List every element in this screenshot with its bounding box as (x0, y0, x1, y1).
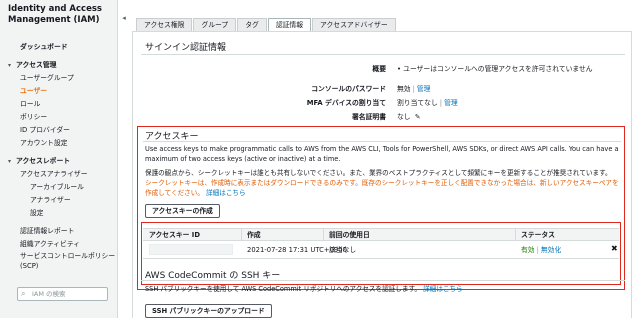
sidebar-group-label: アクセス管理 (16, 61, 57, 69)
mfa-status: 割り当てなし (397, 99, 438, 107)
access-keys-security-note: 保護の観点から、シークレットキーは誰とも共有しないでください。また、業界のベスト… (145, 169, 612, 177)
codecommit-description-row: SSH パブリックキーを使用して AWS CodeCommit リポジトリへのア… (145, 284, 621, 294)
access-key-table-header: アクセスキー ID 作成 前回の使用日 ステータス (143, 228, 619, 241)
manage-console-password-link[interactable]: 管理 (417, 85, 431, 93)
edit-pencil-icon[interactable]: ✎ (415, 113, 421, 121)
console-password-status: 無効 (397, 85, 411, 93)
sidebar-item-policies[interactable]: ポリシー (20, 111, 47, 123)
sidebar-title: Identity and Access Management (IAM) (8, 4, 102, 25)
console-password-value: 無効 | 管理 (397, 85, 431, 93)
column-divider (323, 229, 324, 240)
console-password-label: コンソールのパスワード (311, 85, 386, 93)
tab-security-credentials[interactable]: 認証情報 (267, 18, 312, 32)
sidebar-group-access-reports[interactable]: ▾ アクセスレポート (8, 155, 70, 167)
col-status: ステータス (521, 231, 555, 239)
manage-mfa-link[interactable]: 管理 (444, 99, 458, 107)
iam-search-input[interactable]: ⌕ IAM の検索 (17, 287, 108, 301)
signing-cert-status: なし (397, 113, 411, 121)
signin-heading: サインイン認証情報 (145, 43, 227, 53)
column-divider (241, 229, 242, 240)
divider (141, 280, 625, 281)
divider (143, 141, 621, 142)
sidebar-item-scp[interactable]: サービスコントロールポリシー (SCP) (20, 251, 116, 273)
divider (141, 54, 625, 55)
upload-ssh-key-button[interactable]: SSH パブリックキーのアップロード (145, 304, 272, 318)
deactivate-link[interactable]: 無効化 (541, 246, 561, 254)
sidebar-item-credential-report[interactable]: 認証情報レポート (20, 225, 74, 237)
column-divider (515, 229, 516, 240)
access-keys-description: Use access keys to make programmatic cal… (145, 145, 619, 163)
sidebar-group-access-management[interactable]: ▾ アクセス管理 (8, 59, 56, 71)
divider (143, 258, 619, 259)
sidebar-item-access-analyzer[interactable]: アクセスアナライザー (20, 168, 88, 180)
row-last-used: 該当なし (329, 246, 357, 254)
sidebar-item-roles[interactable]: ロール (20, 98, 40, 110)
delete-x-icon[interactable]: ✖ (611, 244, 618, 253)
mfa-label: MFA デバイスの割り当て (306, 99, 386, 107)
credentials-panel: サインイン認証情報 概要 • ユーザーはコンソールへの管理アクセスを許可されてい… (132, 31, 632, 318)
sidebar: Identity and Access Management (IAM) ダッシ… (0, 0, 118, 318)
sidebar-item-account-settings[interactable]: アカウント設定 (20, 137, 68, 149)
col-last-used: 前回の使用日 (329, 231, 370, 239)
search-placeholder: IAM の検索 (32, 290, 66, 298)
sidebar-item-users[interactable]: ユーザー (20, 85, 47, 97)
status-active: 有効 (521, 246, 535, 254)
summary-label: 概要 (372, 65, 386, 73)
tab-groups[interactable]: グループ (193, 18, 237, 31)
caret-down-icon: ▾ (8, 158, 12, 165)
sidebar-item-analyzers[interactable]: アナライザー (30, 194, 71, 206)
sidebar-item-org-activity[interactable]: 組織アクティビティ (20, 238, 80, 250)
codecommit-description: SSH パブリックキーを使用して AWS CodeCommit リポジトリへのア… (145, 285, 421, 293)
col-access-key-id: アクセスキー ID (149, 231, 200, 239)
signing-cert-value: なし ✎ (397, 111, 420, 121)
search-icon: ⌕ (21, 289, 26, 298)
tab-permissions[interactable]: アクセス権限 (136, 18, 193, 31)
tab-access-advisor[interactable]: アクセスアドバイザー (312, 18, 396, 31)
row-status: 有効 | 無効化 (521, 246, 562, 254)
caret-down-icon: ▾ (8, 62, 12, 69)
summary-value: • ユーザーはコンソールへの管理アクセスを許可されていません (397, 65, 593, 73)
sidebar-item-id-providers[interactable]: ID プロバイダー (20, 124, 70, 136)
sidebar-group-label: アクセスレポート (16, 157, 71, 165)
access-key-id-redacted (149, 244, 233, 255)
create-access-key-button[interactable]: アクセスキーの作成 (145, 204, 220, 218)
codecommit-details-link[interactable]: 詳細はこちら (423, 285, 463, 293)
main-content: アクセス権限 グループ タグ 認証情報 アクセスアドバイザー サインイン認証情報… (132, 0, 640, 318)
access-keys-details-link[interactable]: 詳細はこちら (206, 189, 246, 197)
access-keys-warning: シークレットキーは、作成時に表示またはダウンロードできるのみです。既存のシークレ… (145, 178, 621, 198)
signing-cert-label: 署名証明書 (352, 113, 386, 121)
sidebar-item-dashboard[interactable]: ダッシュボード (20, 41, 68, 53)
sidebar-item-settings[interactable]: 設定 (30, 207, 44, 219)
mfa-value: 割り当てなし | 管理 (397, 99, 458, 107)
sidebar-item-user-groups[interactable]: ユーザーグループ (20, 72, 74, 84)
collapse-sidebar-icon[interactable]: ◂ (119, 14, 129, 26)
tab-bar: アクセス権限 グループ タグ 認証情報 アクセスアドバイザー (136, 18, 397, 32)
sidebar-item-archive-rules[interactable]: アーカイブルール (30, 181, 84, 193)
tab-tags[interactable]: タグ (237, 18, 267, 31)
col-created: 作成 (247, 231, 261, 239)
